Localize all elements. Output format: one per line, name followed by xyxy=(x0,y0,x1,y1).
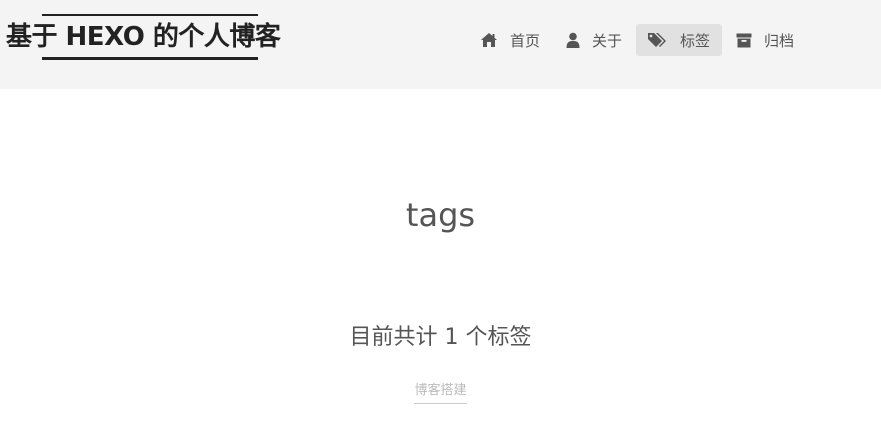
nav-item-label: 归档 xyxy=(764,31,795,50)
main-nav: 首页 关于 标签 归档 xyxy=(468,24,808,56)
nav-item-label: 首页 xyxy=(510,31,541,50)
tags-icon xyxy=(648,33,667,47)
brand-bottom-line xyxy=(42,57,258,60)
tag-link[interactable]: 博客搭建 xyxy=(414,381,467,404)
tag-count-text: 目前共计 1 个标签 xyxy=(349,325,532,350)
page-title: tags xyxy=(405,196,476,234)
nav-item-label: 关于 xyxy=(592,31,623,50)
home-icon xyxy=(481,33,497,47)
nav-item-tags[interactable]: 标签 xyxy=(636,24,723,56)
nav-item-home[interactable]: 首页 xyxy=(468,24,552,56)
archive-icon xyxy=(736,33,752,47)
nav-item-archives[interactable]: 归档 xyxy=(724,24,806,56)
brand-top-line xyxy=(42,14,258,16)
user-icon xyxy=(566,32,580,48)
tag-cloud: 博客搭建 xyxy=(0,379,881,404)
site-brand-link[interactable]: 基于 HEXO 的个人博客 xyxy=(6,20,281,54)
nav-item-label: 标签 xyxy=(680,31,711,50)
site-header: 基于 HEXO 的个人博客 首页 关于 标签 归档 xyxy=(0,0,881,89)
nav-item-about[interactable]: 关于 xyxy=(554,24,634,56)
